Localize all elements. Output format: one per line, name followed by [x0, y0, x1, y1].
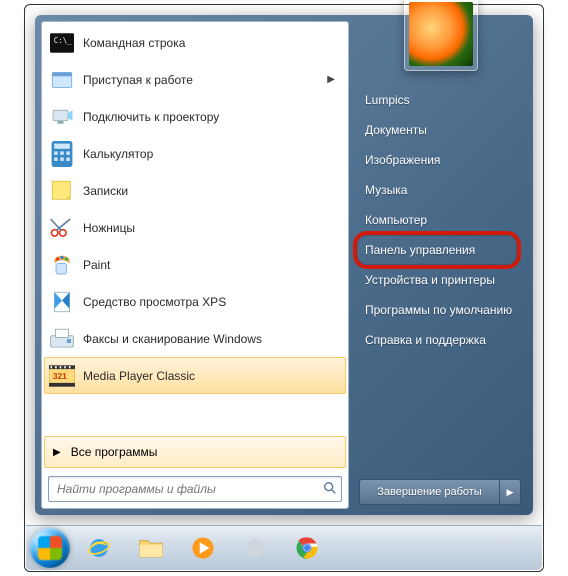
all-programs-label: Все программы — [71, 445, 158, 459]
right-panel-label: Изображения — [365, 153, 440, 167]
program-item-paint[interactable]: Paint — [44, 246, 346, 283]
getting-started-icon — [49, 67, 75, 93]
program-label: Записки — [83, 184, 341, 198]
calculator-icon — [49, 141, 75, 167]
program-label: Ножницы — [83, 221, 341, 235]
taskbar — [26, 525, 542, 570]
search-input[interactable] — [49, 482, 319, 496]
right-panel-item-5[interactable]: Панель управления — [349, 235, 533, 265]
screenshot-frame: C:\_Командная строкаПриступая к работе▶П… — [24, 4, 544, 572]
right-panel-item-4[interactable]: Компьютер — [349, 205, 533, 235]
program-label: Средство просмотра XPS — [83, 295, 341, 309]
projector-icon — [49, 104, 75, 130]
program-item-projector[interactable]: Подключить к проектору — [44, 98, 346, 135]
right-panel-label: Lumpics — [365, 93, 410, 107]
snipping-tool-icon — [49, 215, 75, 241]
right-panel-label: Устройства и принтеры — [365, 273, 495, 287]
shutdown-row: Завершение работы ▶ — [359, 479, 521, 505]
svg-text:321: 321 — [53, 371, 67, 381]
program-item-cmd[interactable]: C:\_ Командная строка — [44, 24, 346, 61]
shutdown-button[interactable]: Завершение работы — [359, 479, 500, 505]
fax-scan-icon — [49, 326, 75, 352]
right-panel-label: Музыка — [365, 183, 407, 197]
program-item-sticky-notes[interactable]: Записки — [44, 172, 346, 209]
program-item-fax-scan[interactable]: Факсы и сканирование Windows — [44, 320, 346, 357]
program-item-calculator[interactable]: Калькулятор — [44, 135, 346, 172]
right-panel-label: Программы по умолчанию — [365, 303, 512, 317]
shutdown-options-button[interactable]: ▶ — [500, 479, 521, 505]
program-label: Подключить к проектору — [83, 110, 341, 124]
search-box[interactable] — [48, 476, 342, 502]
right-panel-label: Компьютер — [365, 213, 427, 227]
all-programs-button[interactable]: ▶ Все программы — [44, 436, 346, 468]
triangle-right-icon: ▶ — [53, 447, 61, 458]
cmd-icon: C:\_ — [49, 30, 75, 56]
start-menu: C:\_Командная строкаПриступая к работе▶П… — [35, 15, 533, 515]
start-orb[interactable] — [30, 528, 70, 568]
right-panel-item-8[interactable]: Справка и поддержка — [349, 325, 533, 355]
program-list: C:\_Командная строкаПриступая к работе▶П… — [42, 22, 348, 434]
mpc-icon: 321 — [49, 363, 75, 389]
taskbar-chrome-icon[interactable] — [284, 531, 330, 565]
start-menu-left-panel: C:\_Командная строкаПриступая к работе▶П… — [41, 21, 349, 509]
program-label: Командная строка — [83, 36, 341, 50]
program-label: Факсы и сканирование Windows — [83, 332, 341, 346]
taskbar-ie-icon[interactable] — [76, 531, 122, 565]
right-panel-item-1[interactable]: Документы — [349, 115, 533, 145]
program-item-xps-viewer[interactable]: Средство просмотра XPS — [44, 283, 346, 320]
shutdown-label: Завершение работы — [377, 486, 481, 498]
svg-text:C:\_: C:\_ — [54, 36, 73, 45]
right-panel-label: Документы — [365, 123, 427, 137]
xps-viewer-icon — [49, 289, 75, 315]
right-panel-label: Панель управления — [365, 243, 475, 257]
search-icon — [319, 481, 341, 498]
program-item-mpc[interactable]: 321 Media Player Classic — [44, 357, 346, 394]
taskbar-explorer-icon[interactable] — [128, 531, 174, 565]
right-panel-item-2[interactable]: Изображения — [349, 145, 533, 175]
right-panel-item-0[interactable]: Lumpics — [349, 85, 533, 115]
program-label: Paint — [83, 258, 341, 272]
taskbar-media-player-icon[interactable] — [180, 531, 226, 565]
right-panel-label: Справка и поддержка — [365, 333, 486, 347]
program-label: Калькулятор — [83, 147, 341, 161]
program-item-snipping-tool[interactable]: Ножницы — [44, 209, 346, 246]
right-panel-item-7[interactable]: Программы по умолчанию — [349, 295, 533, 325]
program-item-getting-started[interactable]: Приступая к работе▶ — [44, 61, 346, 98]
start-menu-right-panel: Lumpics Документы Изображения Музыка Компьют… — [349, 15, 533, 515]
right-panel-item-6[interactable]: Устройства и принтеры — [349, 265, 533, 295]
submenu-arrow-icon: ▶ — [327, 74, 335, 85]
avatar-image — [409, 2, 473, 66]
user-avatar[interactable] — [404, 0, 478, 71]
paint-icon — [49, 252, 75, 278]
program-label: Приступая к работе — [83, 73, 327, 87]
sticky-notes-icon — [49, 178, 75, 204]
taskbar-app-icon[interactable] — [232, 531, 278, 565]
program-label: Media Player Classic — [83, 369, 341, 383]
right-panel-item-3[interactable]: Музыка — [349, 175, 533, 205]
